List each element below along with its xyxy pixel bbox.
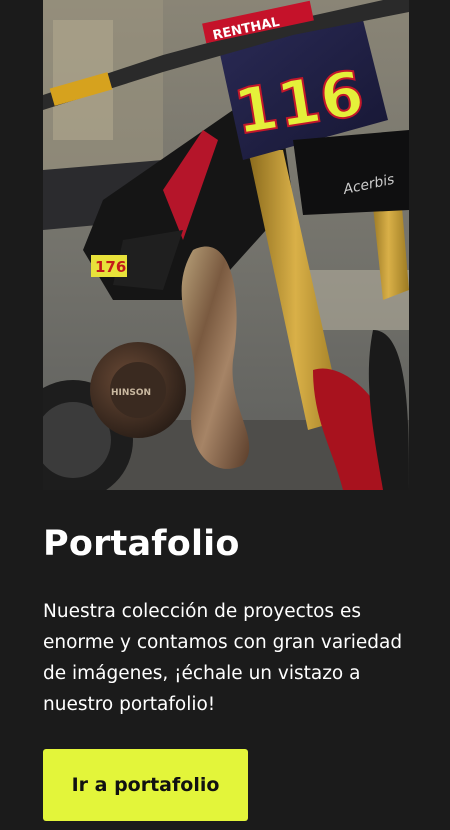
portfolio-image: 176 HINSON 116 RENTHAL Acerbis [43, 0, 409, 490]
go-to-portfolio-button[interactable]: Ir a portafolio [43, 749, 248, 821]
motorcycle-photo: 176 HINSON 116 RENTHAL Acerbis [43, 0, 409, 490]
section-description: Nuestra colección de proyectos es enorme… [43, 601, 403, 715]
portfolio-card: 176 HINSON 116 RENTHAL Acerbis Portafoli… [0, 0, 450, 830]
svg-text:176: 176 [95, 258, 126, 276]
svg-text:HINSON: HINSON [111, 388, 151, 398]
section-title: Portafolio [43, 524, 240, 564]
